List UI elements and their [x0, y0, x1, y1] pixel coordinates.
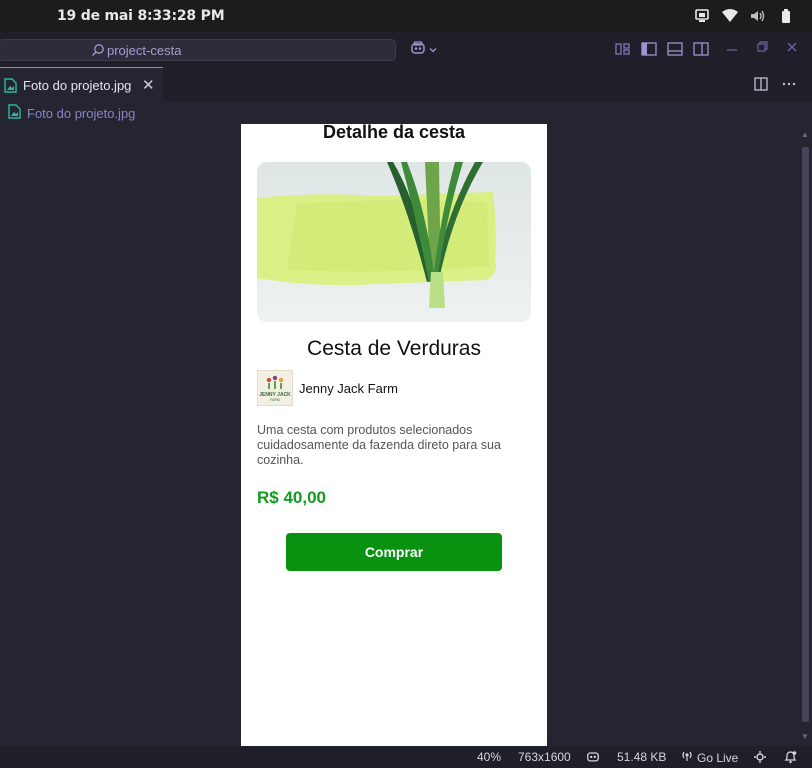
more-actions-icon[interactable] — [782, 77, 796, 96]
scroll-thumb[interactable] — [802, 147, 809, 722]
image-preview: Detalhe da cesta Cesta de Verduras JENNY… — [241, 124, 547, 746]
product-name: Cesta de Verduras — [307, 337, 481, 360]
settings-sync-icon[interactable] — [753, 750, 767, 764]
status-bar: 40% 763x1600 51.48 KB Go Live — [0, 746, 812, 768]
system-top-bar: 19 de mai 8:33:28 PM — [0, 0, 812, 32]
tab-close-icon[interactable]: ✕ — [142, 76, 155, 94]
tab-foto-do-projeto[interactable]: Foto do projeto.jpg ✕ — [0, 67, 163, 102]
clock[interactable]: 19 de mai 8:33:28 PM — [57, 8, 225, 24]
go-live-label: Go Live — [697, 750, 739, 765]
close-icon[interactable] — [786, 40, 798, 56]
chevron-down-icon[interactable] — [428, 42, 438, 60]
copilot-status-icon[interactable] — [586, 750, 600, 763]
toggle-panel-icon[interactable] — [667, 42, 683, 61]
battery-icon[interactable] — [778, 8, 794, 24]
command-center[interactable]: project-cesta — [0, 39, 396, 61]
buy-button[interactable]: Comprar — [286, 533, 502, 571]
vertical-scrollbar[interactable]: ▲ ▼ — [800, 130, 810, 742]
copilot-menu[interactable] — [410, 41, 438, 60]
volume-icon[interactable] — [750, 8, 766, 24]
product-price: R$ 40,00 — [257, 488, 326, 507]
breadcrumb-label[interactable]: Foto do projeto.jpg — [27, 106, 135, 121]
page-title: Detalhe da cesta — [322, 124, 466, 142]
image-file-icon — [8, 104, 21, 122]
notifications-bell-icon[interactable] — [784, 750, 797, 764]
search-icon — [91, 43, 105, 60]
product-description: Uma cesta com produtos selecionados cuid… — [257, 423, 501, 467]
editor-actions — [754, 77, 796, 96]
window-controls — [726, 40, 798, 56]
scroll-up-icon[interactable]: ▲ — [801, 130, 809, 139]
editor-tab-bar: Foto do projeto.jpg ✕ — [0, 67, 812, 102]
file-size: 51.48 KB — [617, 750, 667, 764]
svg-text:FARM: FARM — [270, 398, 280, 402]
command-center-label: project-cesta — [107, 43, 182, 58]
farm-name: Jenny Jack Farm — [299, 381, 398, 396]
split-editor-icon[interactable] — [754, 77, 768, 96]
broadcast-icon — [681, 750, 693, 765]
toggle-sidebar-icon[interactable] — [641, 42, 657, 61]
image-dimensions: 763x1600 — [518, 750, 571, 764]
tab-label: Foto do projeto.jpg — [23, 78, 132, 93]
zoom-level[interactable]: 40% — [477, 750, 501, 764]
breadcrumb[interactable]: Foto do projeto.jpg — [8, 104, 135, 122]
go-live-button[interactable]: Go Live — [681, 750, 738, 765]
farm-logo: JENNY JACK FARM — [257, 370, 293, 406]
scroll-down-icon[interactable]: ▼ — [801, 732, 809, 741]
wifi-icon[interactable] — [722, 8, 738, 24]
screen-share-icon[interactable] — [694, 8, 710, 24]
restore-icon[interactable] — [756, 40, 768, 56]
minimize-icon[interactable] — [726, 40, 738, 56]
image-file-icon — [4, 78, 17, 96]
copilot-icon[interactable] — [410, 41, 426, 60]
layout-customize-icon[interactable] — [615, 42, 631, 61]
product-photo — [257, 162, 531, 322]
layout-controls — [615, 42, 709, 61]
toggle-secondary-sidebar-icon[interactable] — [693, 42, 709, 61]
